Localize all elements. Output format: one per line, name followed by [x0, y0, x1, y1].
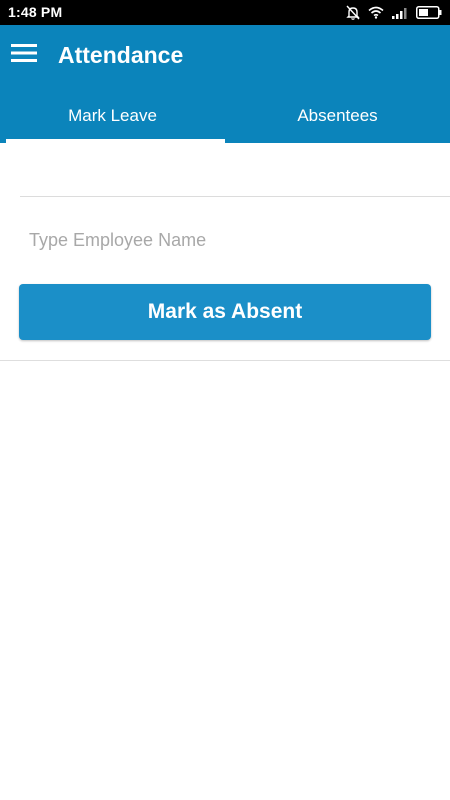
tab-bar: Mark Leave Absentees: [0, 89, 450, 143]
tab-selected-indicator: [6, 139, 225, 143]
wifi-icon: [368, 6, 384, 19]
page-title: Attendance: [58, 42, 184, 68]
app-bar: Attendance Mark Leave Absentees: [0, 25, 450, 143]
tab-label: Absentees: [297, 106, 378, 125]
tab-absentees[interactable]: Absentees: [225, 89, 450, 143]
hamburger-menu-icon: [11, 43, 37, 68]
tab-label: Mark Leave: [68, 106, 157, 125]
status-icons: [346, 4, 442, 21]
status-bar: 1:48 PM: [0, 0, 450, 25]
battery-icon: [416, 6, 442, 19]
divider: [20, 196, 450, 197]
notifications-off-icon: [346, 5, 360, 20]
signal-icon: [392, 7, 408, 19]
status-time: 1:48 PM: [8, 4, 63, 20]
menu-button[interactable]: [8, 39, 40, 71]
tab-mark-leave[interactable]: Mark Leave: [0, 89, 225, 143]
mark-as-absent-button[interactable]: Mark as Absent: [19, 284, 431, 340]
employee-name-input[interactable]: [20, 218, 430, 262]
screen: 1:48 PM Attendance Mark Leave Absentees …: [0, 0, 450, 800]
divider: [0, 360, 450, 361]
